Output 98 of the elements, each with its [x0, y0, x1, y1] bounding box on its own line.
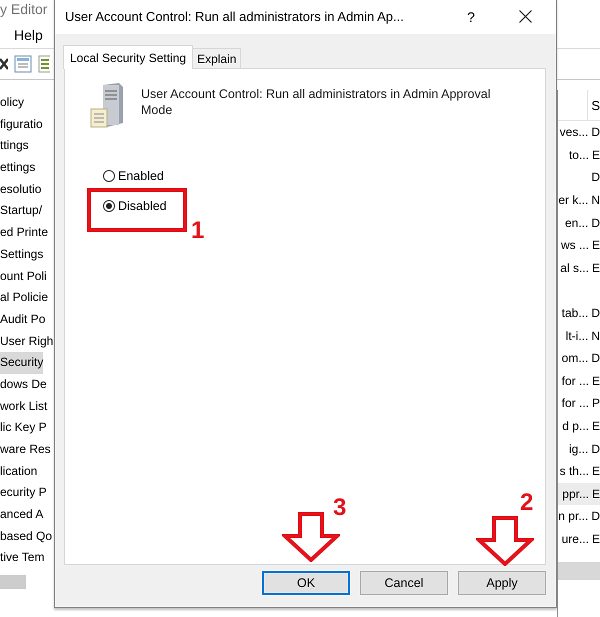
tree-item[interactable]: ecurity P: [0, 482, 47, 504]
list-row[interactable]: for ... P: [558, 392, 600, 415]
tree-item[interactable]: lication: [0, 460, 38, 482]
setting-cell-text: E: [590, 464, 600, 478]
tree-item[interactable]: Settings: [0, 244, 44, 266]
policy-cell: er k...: [558, 193, 588, 208]
list-row[interactable]: om... D: [558, 346, 600, 370]
tree-item[interactable]: olicy: [0, 92, 24, 114]
setting-cell-text: N: [590, 193, 600, 208]
setting-cell-text: D: [590, 306, 600, 320]
list-row[interactable]: al s... E: [558, 256, 600, 280]
policy-cell-text: for ...: [560, 374, 589, 388]
list-row[interactable]: ppr... E: [558, 482, 600, 506]
policy-cell: n pr...: [558, 509, 588, 524]
tree-item[interactable]: anced A: [0, 504, 44, 526]
tree-item[interactable]: dows De: [0, 374, 47, 396]
policy-cell-text: ig...: [568, 442, 588, 456]
policy-name: User Account Control: Run all administrators in Admin Approval Mode: [141, 86, 492, 119]
tab[interactable]: Explain: [192, 48, 242, 68]
policy-cell-text: to...: [568, 148, 589, 162]
policy-cell-text: om...: [560, 351, 588, 366]
dialog-title: User Account Control: Run all administrators in Admin Ap...: [64, 9, 405, 24]
tree-item[interactable]: Audit Po: [0, 308, 46, 331]
close-icon: [518, 10, 532, 23]
properties-icon[interactable]: [14, 55, 32, 73]
list-row[interactable]: tab... D: [558, 302, 600, 324]
list-row[interactable]: ure... E: [558, 528, 600, 550]
dialog-button[interactable]: Cancel: [360, 571, 448, 595]
scrollbar[interactable]: [0, 575, 26, 590]
setting-cell-text: D: [590, 509, 600, 524]
tree-item[interactable]: esolutio: [0, 178, 42, 200]
policy-cell-text: ure...: [560, 532, 589, 546]
tree-item[interactable]: ount Poli: [0, 266, 47, 288]
setting-cell-text: D: [590, 170, 600, 184]
list-row[interactable]: s th... E: [558, 460, 600, 482]
delete-icon[interactable]: [0, 57, 8, 71]
step-number: 3: [333, 495, 346, 521]
setting-cell-text: E: [590, 148, 600, 162]
menu-item[interactable]: Help: [14, 27, 43, 43]
tree-item[interactable]: work List: [0, 396, 48, 418]
tree-item[interactable]: Security: [0, 352, 44, 374]
window-title: y Editor: [0, 0, 48, 19]
list-row[interactable]: ig... D: [558, 437, 600, 460]
setting-cell-text: E: [590, 260, 600, 275]
help-button[interactable]: ?: [456, 2, 486, 32]
dialog-button[interactable]: OK: [262, 571, 350, 595]
tree-item[interactable]: ettings: [0, 157, 36, 179]
tree-item[interactable]: al Policie: [0, 287, 48, 309]
tree-item[interactable]: ttings: [0, 135, 29, 158]
setting-cell-text: D: [590, 125, 600, 140]
tree-item[interactable]: lic Key P: [0, 417, 47, 439]
list-row[interactable]: to... E: [558, 144, 600, 166]
list-row[interactable]: for ... E: [558, 370, 600, 392]
setting-cell-text: E: [590, 486, 600, 501]
list-icon[interactable]: [38, 55, 50, 73]
radio-option[interactable]: Enabled: [103, 169, 164, 183]
setting-cell-text: E: [590, 238, 600, 252]
list-row[interactable]: en... D: [558, 211, 600, 234]
setting-cell-text: E: [590, 374, 600, 388]
setting-cell-text: E: [590, 419, 600, 434]
list-row[interactable]: D: [558, 166, 600, 189]
policy-cell-text: tab...: [560, 306, 588, 320]
tab[interactable]: Local Security Setting: [63, 45, 194, 69]
setting-cell-text: N: [590, 328, 600, 343]
policy-cell-text: en...: [564, 216, 588, 230]
list-row[interactable]: n pr... D: [558, 505, 600, 528]
radio-option[interactable]: Disabled: [103, 199, 167, 213]
setting-cell-text: D: [590, 442, 600, 456]
list-row[interactable]: d p... E: [558, 414, 600, 438]
policy-cell-text: ws ...: [560, 238, 589, 252]
list-row[interactable]: ws ... E: [558, 234, 600, 257]
dialog-button[interactable]: Apply: [458, 571, 546, 595]
policy-cell-text: al s...: [559, 260, 589, 275]
tree-item[interactable]: Startup/: [0, 200, 42, 222]
column-header[interactable]: S: [588, 98, 600, 112]
policy-cell-text: ppr...: [561, 486, 589, 501]
setting-cell-text: P: [590, 396, 600, 410]
tree-item[interactable]: ed Printe: [0, 222, 48, 244]
list-row[interactable]: er k... N: [558, 188, 600, 212]
policy-cell-text: ves...: [558, 125, 588, 140]
policy-cell-text: lt-i...: [564, 328, 588, 343]
policy-cell-text: for ...: [560, 396, 589, 410]
step-number: 1: [191, 218, 204, 244]
policy-cell-text: s th...: [558, 464, 589, 478]
tree-item[interactable]: tive Tem: [0, 547, 44, 570]
tree-item[interactable]: based Qo: [0, 526, 52, 548]
policy-cell-text: d p...: [561, 419, 589, 434]
tree-item[interactable]: figuratio: [0, 114, 43, 136]
tree-item[interactable]: User Righ: [0, 330, 54, 352]
step-number: 2: [520, 490, 534, 516]
list-row[interactable]: ves... D: [558, 121, 600, 144]
setting-cell-text: D: [590, 216, 600, 230]
server-icon: [89, 83, 125, 129]
scrollbar[interactable]: [558, 562, 600, 580]
tree-item[interactable]: ware Res: [0, 439, 51, 461]
setting-cell-text: D: [590, 351, 600, 366]
list-row[interactable]: lt-i... N: [558, 324, 600, 347]
setting-cell-text: E: [590, 532, 600, 546]
